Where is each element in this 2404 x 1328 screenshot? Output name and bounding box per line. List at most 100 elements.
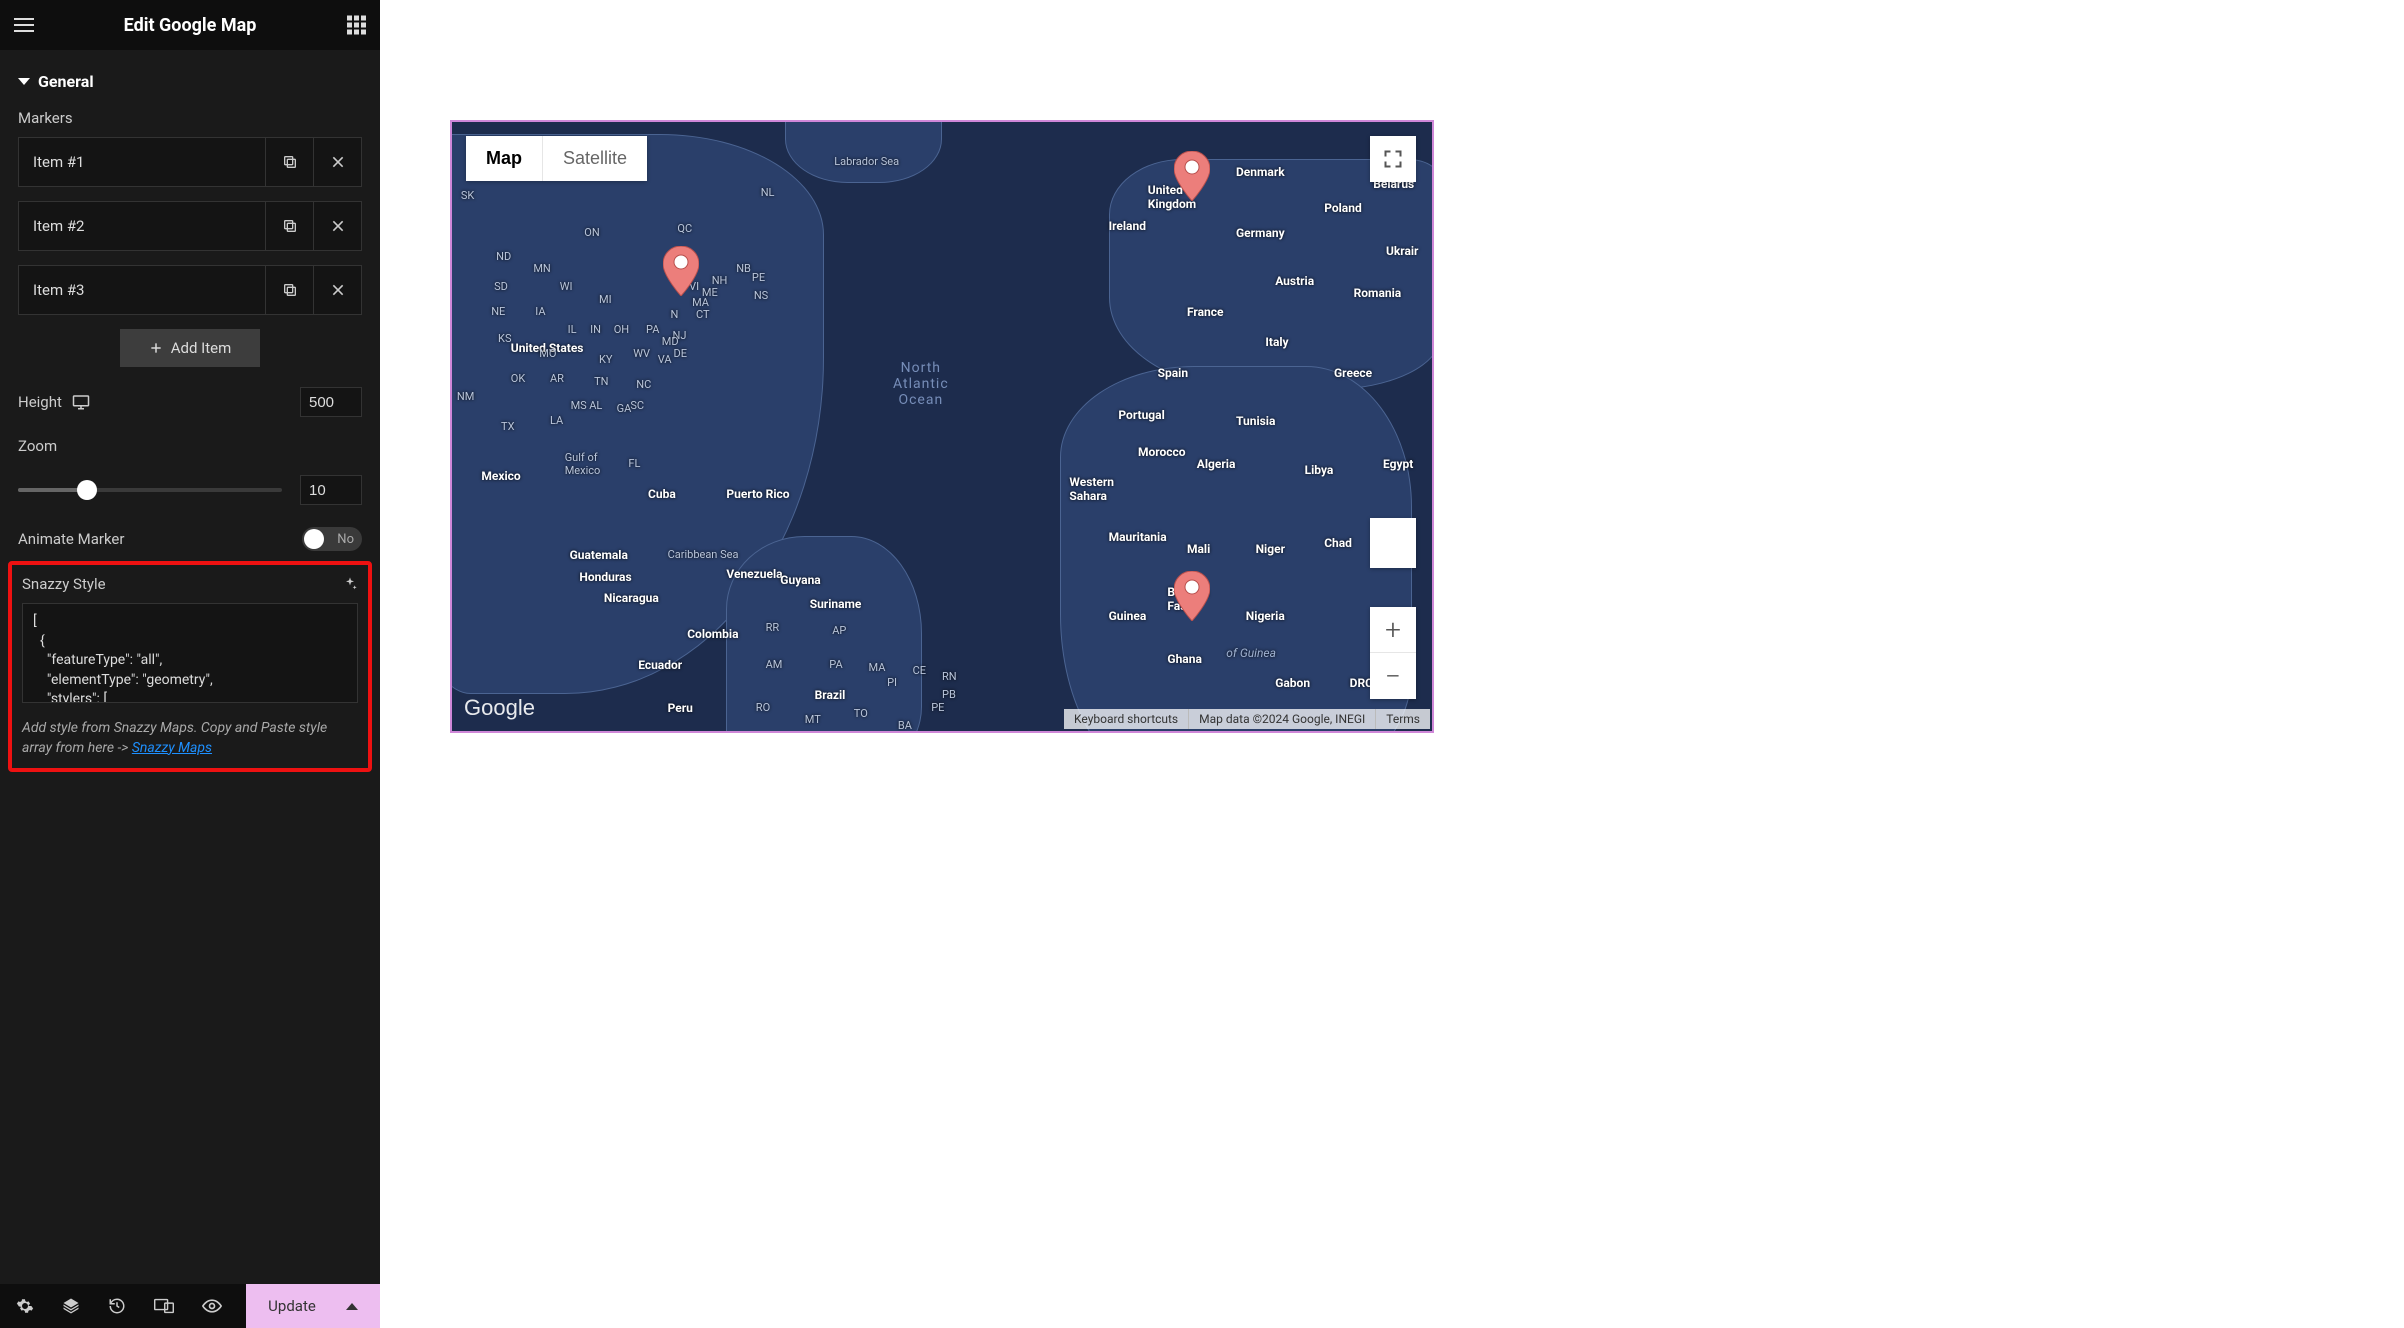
tab-satellite[interactable]: Satellite (543, 136, 647, 181)
marker-item-name[interactable]: Item #2 (19, 217, 265, 235)
place-label: Guyana (780, 573, 820, 587)
place-label-sm: KS (498, 332, 511, 345)
place-label: Suriname (810, 597, 862, 611)
place-label: Colombia (687, 627, 738, 641)
zoom-input[interactable] (300, 475, 362, 505)
place-label-sm: RR (766, 621, 780, 634)
history-icon[interactable] (108, 1297, 126, 1315)
marker-item-name[interactable]: Item #3 (19, 281, 265, 299)
marker-item-name[interactable]: Item #1 (19, 153, 265, 171)
remove-button[interactable] (313, 202, 361, 250)
place-label-sm: AL (589, 399, 602, 412)
snazzy-maps-link[interactable]: Snazzy Maps (132, 740, 212, 756)
zoom-in-button[interactable]: + (1370, 607, 1416, 653)
update-button[interactable]: Update (246, 1284, 380, 1328)
place-label: Ireland (1109, 219, 1146, 233)
place-label: Germany (1236, 226, 1285, 240)
place-label-sm: ON (584, 226, 599, 239)
place-label-sm: TN (594, 375, 608, 388)
place-label-sm: PA (829, 658, 842, 671)
place-label: Mexico (481, 469, 520, 483)
add-item-button[interactable]: Add Item (120, 329, 260, 367)
marker-item: Item #3 (18, 265, 362, 315)
place-label-sm: WV (633, 347, 650, 360)
place-label: Guatemala (570, 548, 628, 562)
place-label: Ghana (1167, 652, 1201, 666)
snazzy-style-section: Snazzy Style Add style from Snazzy Maps.… (8, 561, 372, 772)
marker-item: Item #1 (18, 137, 362, 187)
place-label: Gabon (1275, 676, 1310, 690)
place-label-sm: NE (491, 305, 505, 318)
place-label-sm: PA (646, 323, 659, 336)
section-general[interactable]: General (18, 72, 362, 91)
place-label: Nicaragua (604, 591, 659, 605)
keyboard-shortcuts-link[interactable]: Keyboard shortcuts (1064, 709, 1189, 729)
duplicate-button[interactable] (265, 138, 313, 186)
settings-icon[interactable] (16, 1297, 34, 1315)
map-control-button[interactable] (1370, 518, 1416, 568)
height-label: Height (18, 393, 62, 411)
place-label-sm: MN (533, 262, 550, 275)
markers-label: Markers (18, 109, 362, 127)
place-label-sm: DE (673, 347, 686, 360)
place-label-sm: Caribbean Sea (668, 548, 739, 561)
place-label: Portugal (1118, 408, 1164, 422)
terms-link[interactable]: Terms (1376, 709, 1430, 729)
height-input[interactable] (300, 387, 362, 417)
zoom-controls: + − (1370, 607, 1416, 699)
place-label-sm: KY (599, 353, 613, 366)
place-label-sm: NL (761, 186, 775, 199)
zoom-label: Zoom (18, 437, 362, 455)
desktop-icon[interactable] (72, 394, 90, 410)
place-label-sm: AR (550, 372, 564, 385)
map-type-tabs: Map Satellite (466, 136, 647, 181)
place-label-sm: QC (677, 222, 692, 235)
place-label-sm: AP (832, 624, 846, 637)
place-label-sm: RO (756, 701, 770, 714)
place-label-sm: NS (754, 289, 768, 302)
map-attribution: Keyboard shortcuts Map data ©2024 Google… (1064, 709, 1430, 729)
tab-map[interactable]: Map (466, 136, 543, 181)
caret-down-icon (18, 78, 30, 85)
place-label: Romania (1354, 286, 1402, 300)
layers-icon[interactable] (62, 1297, 80, 1315)
place-label-sm: NB (736, 262, 751, 275)
responsive-icon[interactable] (154, 1298, 174, 1314)
map-pin[interactable] (1174, 571, 1210, 621)
place-label: Egypt (1383, 457, 1413, 471)
place-label-sm: OH (614, 323, 629, 336)
place-label-sm: PB (942, 688, 956, 701)
place-label-sm: MT (805, 713, 821, 726)
snazzy-style-input[interactable] (22, 603, 358, 703)
zoom-out-button[interactable]: − (1370, 653, 1416, 699)
apps-grid-icon[interactable] (347, 16, 366, 35)
place-label: Greece (1334, 366, 1372, 380)
place-label-sm: BA (898, 719, 912, 732)
map-pin[interactable] (663, 246, 699, 296)
place-label: Mauritania (1109, 530, 1167, 544)
duplicate-button[interactable] (265, 202, 313, 250)
fullscreen-button[interactable] (1370, 136, 1416, 182)
place-label-sm: SC (630, 399, 644, 412)
preview-icon[interactable] (202, 1299, 222, 1313)
place-label: France (1187, 305, 1224, 319)
place-label: Honduras (579, 570, 631, 584)
place-label-sm: MO (539, 347, 556, 360)
remove-button[interactable] (313, 266, 361, 314)
place-label: Denmark (1236, 165, 1285, 179)
place-label-sm: PE (931, 701, 944, 714)
remove-button[interactable] (313, 138, 361, 186)
hamburger-icon[interactable] (14, 18, 34, 32)
caret-up-icon (346, 1303, 358, 1310)
animate-marker-toggle[interactable]: No (302, 527, 362, 551)
map-pin[interactable] (1174, 151, 1210, 201)
duplicate-button[interactable] (265, 266, 313, 314)
place-label-sm: N (671, 308, 679, 321)
place-label: Cuba (648, 487, 676, 501)
zoom-slider[interactable] (18, 488, 282, 492)
place-label-sm: IA (535, 305, 545, 318)
google-map-widget[interactable]: United StatesMexicoGuatemalaNicaraguaCub… (450, 120, 1434, 733)
place-label-sm: OK (511, 372, 525, 385)
place-label: Nigeria (1246, 609, 1285, 623)
ai-sparkle-icon[interactable] (342, 576, 358, 592)
